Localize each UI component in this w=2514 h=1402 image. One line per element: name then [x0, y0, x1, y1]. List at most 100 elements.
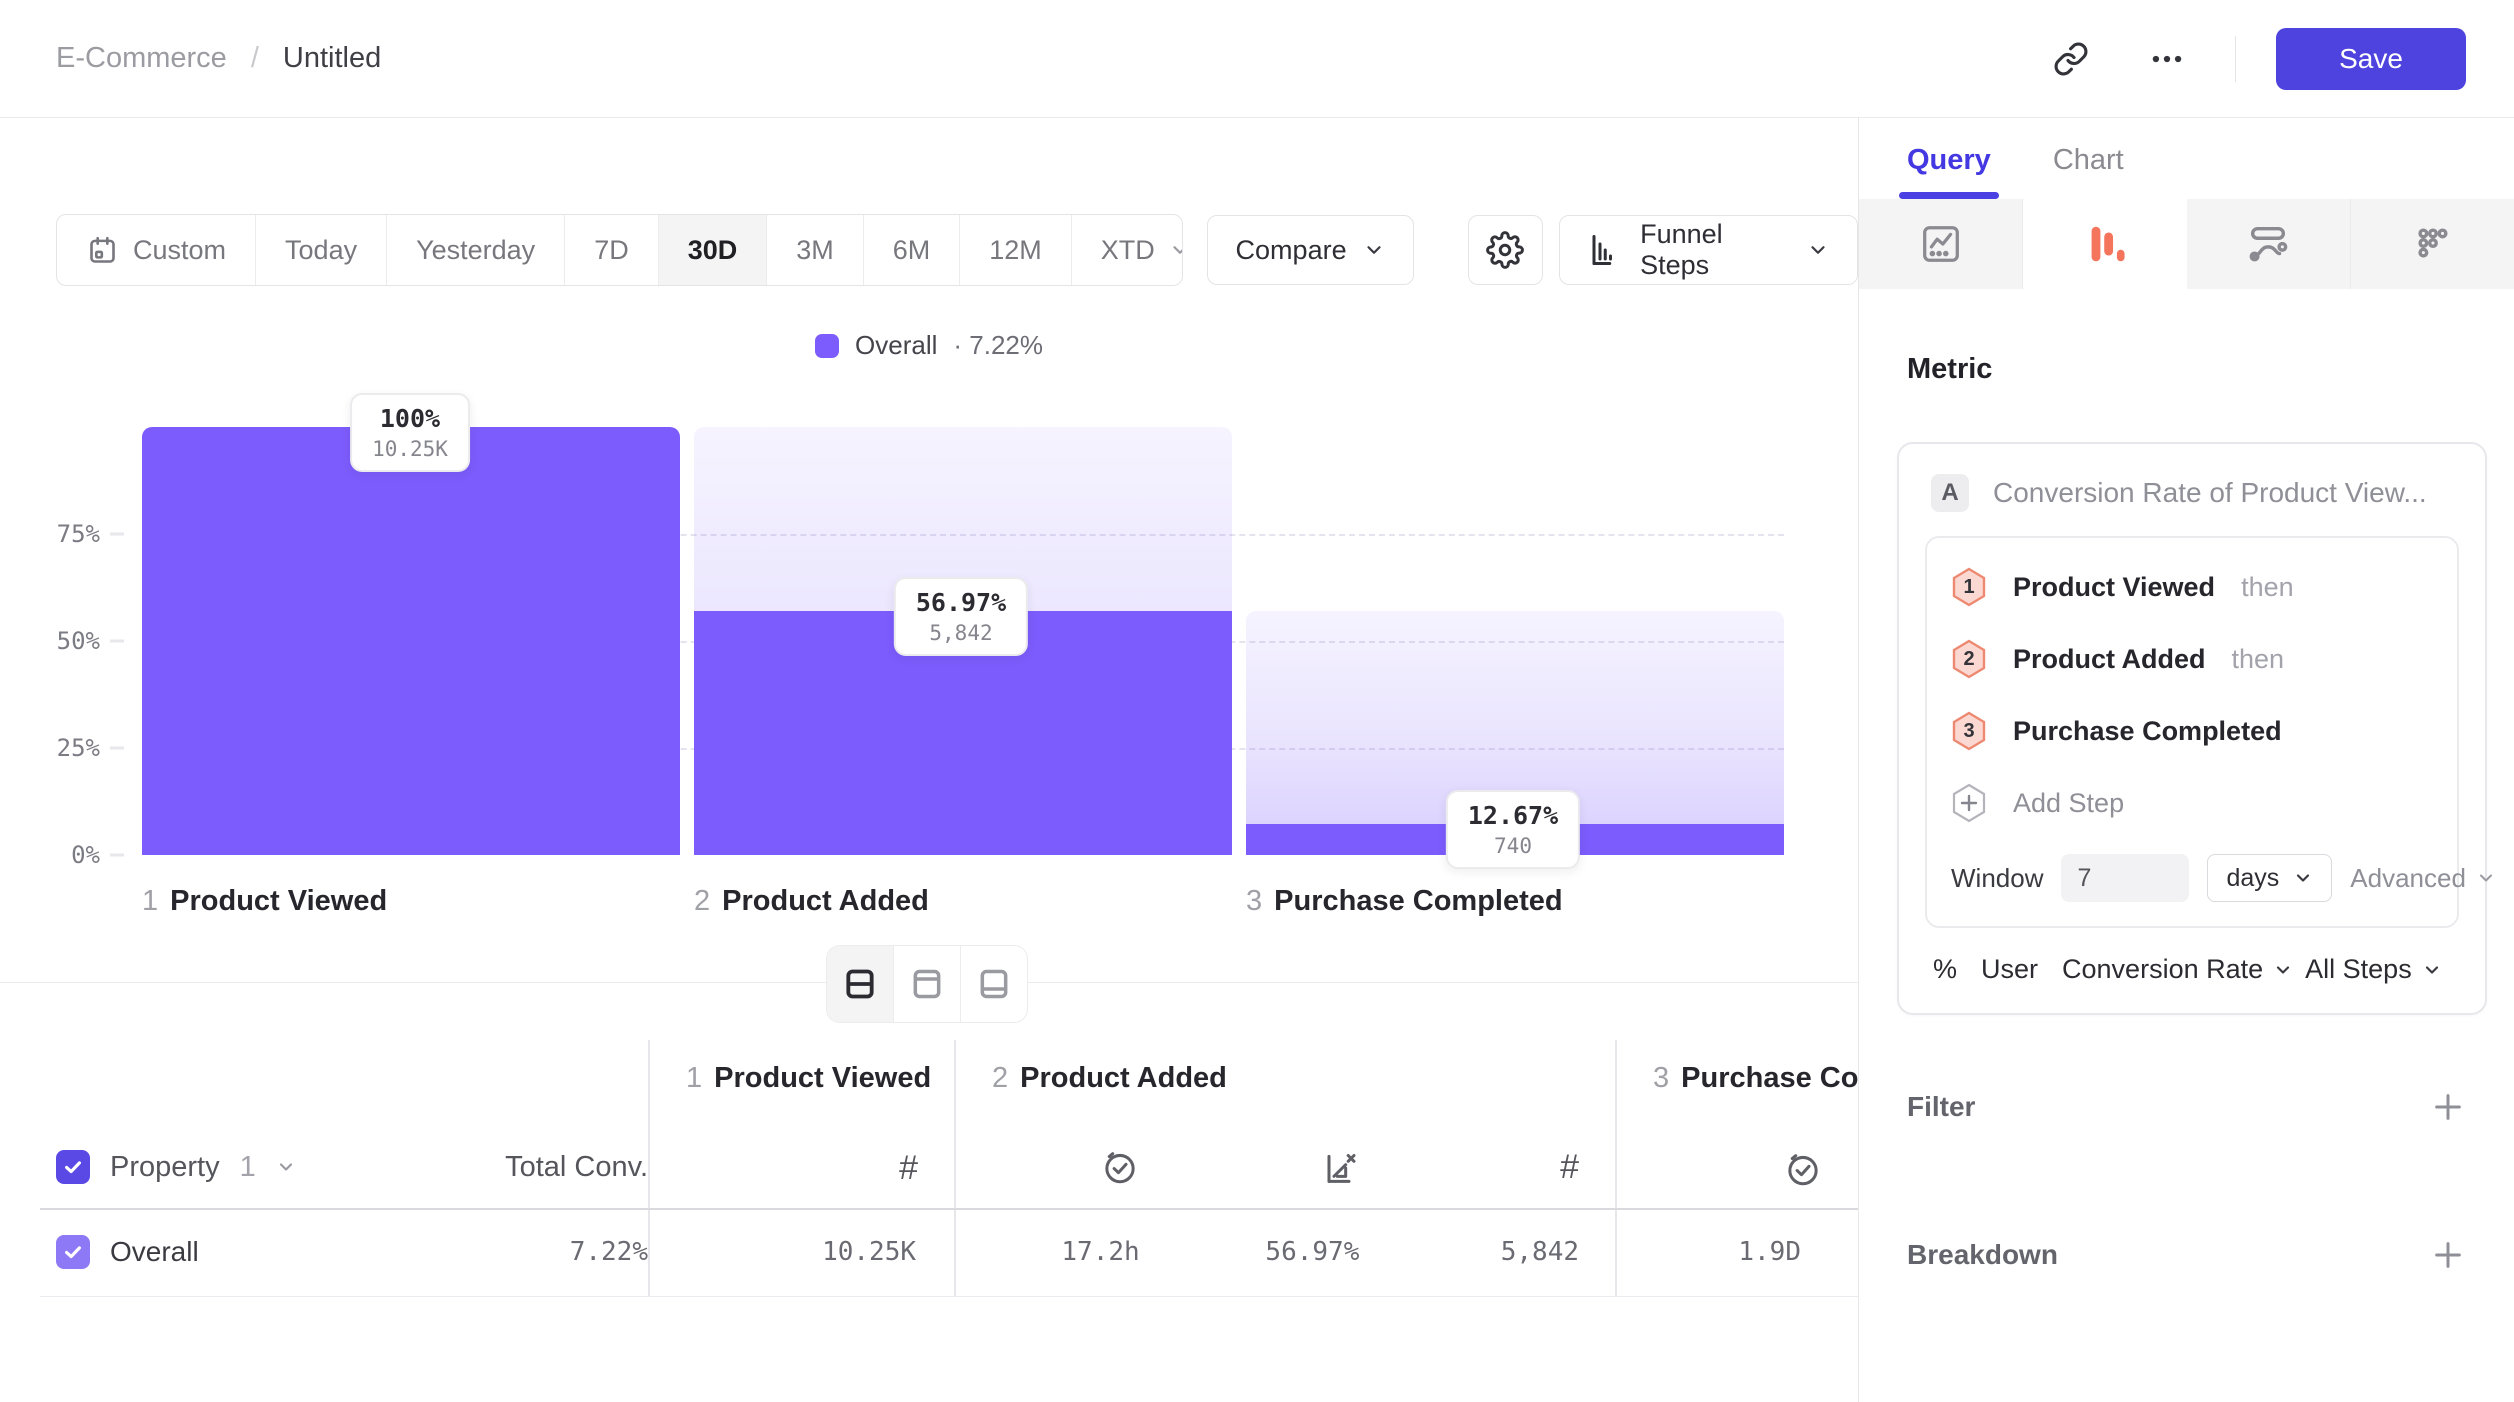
line-chart-icon [1918, 221, 1964, 267]
layout-split-button[interactable] [827, 946, 894, 1022]
date-range-12m[interactable]: 12M [960, 215, 1072, 285]
measure-symbol: % [1933, 954, 1957, 985]
step-number: 3 [1246, 885, 1262, 918]
date-range-custom[interactable]: Custom [57, 215, 256, 285]
metric-card: A Conversion Rate of Product View... 1 P… [1897, 442, 2487, 1015]
sidebar-tabs: Query Chart [1859, 118, 2514, 199]
breadcrumb-page-title[interactable]: Untitled [283, 42, 381, 75]
funnel-step-3[interactable]: 3 Purchase Completed [1951, 700, 2433, 762]
add-breakdown-button[interactable] [2426, 1233, 2470, 1277]
add-step-hexagon-icon [1951, 783, 1987, 823]
conversion-rate-icon [1319, 1148, 1359, 1188]
breadcrumb-separator: / [251, 42, 259, 75]
date-range-today[interactable]: Today [256, 215, 387, 285]
time-metric-header[interactable] [1638, 1150, 1858, 1188]
chevron-down-icon [2293, 868, 2313, 888]
date-range-3m[interactable]: 3M [767, 215, 864, 285]
add-filter-button[interactable] [2426, 1085, 2470, 1129]
step-badge-number: 3 [1951, 711, 1987, 751]
total-conv-header[interactable]: Total Conv. [505, 1151, 648, 1184]
add-step-button[interactable]: Add Step [1951, 772, 2433, 834]
advanced-toggle[interactable]: Advanced [2350, 863, 2496, 894]
counted-by-selector[interactable]: User [1981, 954, 2038, 985]
step-badge-hexagon: 3 [1951, 711, 1987, 751]
step-name: Product Added [1020, 1062, 1227, 1095]
count-icon: # [1560, 1148, 1579, 1188]
tab-chart[interactable]: Chart [2053, 144, 2124, 199]
date-range-30d-selected[interactable]: 30D [659, 215, 768, 285]
steps-scope-selector[interactable]: All Steps [2305, 954, 2442, 985]
date-range-xtd[interactable]: XTD [1072, 215, 1183, 285]
date-range-6m[interactable]: 6M [864, 215, 961, 285]
y-axis-tick-mark [110, 533, 124, 536]
legend-swatch [815, 334, 839, 358]
date-range-label: Yesterday [416, 235, 535, 266]
count-icon: # [899, 1149, 918, 1188]
metric-name: Conversion Rate of Product View... [1993, 477, 2427, 509]
chart-legend[interactable]: Overall · 7.22% [0, 330, 1858, 361]
property-header-label[interactable]: Property [110, 1151, 220, 1184]
y-axis-tick: 50% [0, 627, 100, 655]
metric-measurement-row: % User Conversion Rate All Steps [1925, 928, 2459, 985]
date-range-label: Today [285, 235, 357, 266]
step-number: 3 [1653, 1062, 1669, 1095]
chevron-down-icon[interactable] [276, 1157, 296, 1177]
chart-type-funnel-tab-selected[interactable] [2023, 199, 2186, 289]
conversion-percent: 56.97% [916, 588, 1006, 617]
time-metric-header[interactable] [955, 1148, 1175, 1188]
breadcrumb-section[interactable]: E-Commerce [56, 42, 227, 75]
tab-query[interactable]: Query [1907, 144, 1991, 199]
window-value-input[interactable] [2061, 854, 2189, 902]
count-metric-header[interactable]: # [652, 1149, 954, 1188]
legend-series-value: · 7.22% [953, 330, 1043, 361]
step-number: 1 [142, 885, 158, 918]
funnel-step-1[interactable]: 1 Product Viewed then [1951, 556, 2433, 618]
step2-conv-value: 56.97% [1265, 1237, 1359, 1267]
date-range-yesterday[interactable]: Yesterday [387, 215, 565, 285]
metric-name-row[interactable]: A Conversion Rate of Product View... [1925, 466, 2459, 536]
step-count: 740 [1468, 834, 1558, 858]
step2-time-value: 17.2h [1061, 1237, 1139, 1267]
y-axis-tick: 25% [0, 734, 100, 762]
select-all-checkbox[interactable] [56, 1150, 90, 1184]
step-badge-hexagon: 2 [1951, 639, 1987, 679]
share-link-button[interactable] [2043, 31, 2099, 87]
chart-type-metrics-tab[interactable] [1859, 199, 2023, 289]
date-range-label: 30D [688, 235, 738, 266]
date-range-label: XTD [1101, 235, 1155, 266]
step-count: 10.25K [372, 437, 448, 461]
layout-chart-only-button[interactable] [894, 946, 961, 1022]
property-column: Property 1 Overall [56, 1040, 356, 1296]
layout-table-only-button[interactable] [961, 946, 1027, 1022]
date-range-7d[interactable]: 7D [565, 215, 659, 285]
conversion-window-row: Window days Advanced [1951, 854, 2433, 902]
row-name: Overall [110, 1236, 199, 1268]
y-axis-tick: 75% [0, 520, 100, 548]
chevron-down-icon [1169, 239, 1183, 261]
row-checkbox[interactable] [56, 1235, 90, 1269]
chevron-down-icon [1363, 239, 1385, 261]
percent-symbol: % [1933, 954, 1957, 985]
top-bar-divider [2235, 36, 2236, 82]
step3-time-value: 1.9D [1738, 1237, 1801, 1267]
measure-selector[interactable]: Conversion Rate [2062, 954, 2293, 985]
breakdown-section: Breakdown [1907, 1233, 2470, 1277]
date-range-control: Custom Today Yesterday 7D 30D 3M 6M 12M … [56, 214, 1183, 286]
conversion-metric-header[interactable] [1175, 1148, 1395, 1188]
chart-type-flows-tab[interactable] [2187, 199, 2351, 289]
window-unit-select[interactable]: days [2207, 854, 2332, 902]
compare-button[interactable]: Compare [1207, 215, 1414, 285]
chart-settings-button[interactable] [1468, 215, 1544, 285]
breakdown-section-label: Breakdown [1907, 1239, 2058, 1271]
funnel-step-2[interactable]: 2 Product Added then [1951, 628, 2433, 690]
chart-type-button[interactable]: Funnel Steps [1559, 215, 1858, 285]
save-button[interactable]: Save [2276, 28, 2466, 90]
step-then-label: then [2232, 644, 2285, 675]
count-metric-header[interactable]: # [1395, 1148, 1615, 1188]
funnel-steps-card: 1 Product Viewed then 2 Product Added th… [1925, 536, 2459, 928]
funnel-bar-step1[interactable] [142, 427, 680, 855]
top-bar-actions: Save [2043, 28, 2466, 90]
split-view-icon [840, 964, 880, 1004]
chart-type-retention-tab[interactable] [2351, 199, 2514, 289]
more-options-button[interactable] [2139, 31, 2195, 87]
